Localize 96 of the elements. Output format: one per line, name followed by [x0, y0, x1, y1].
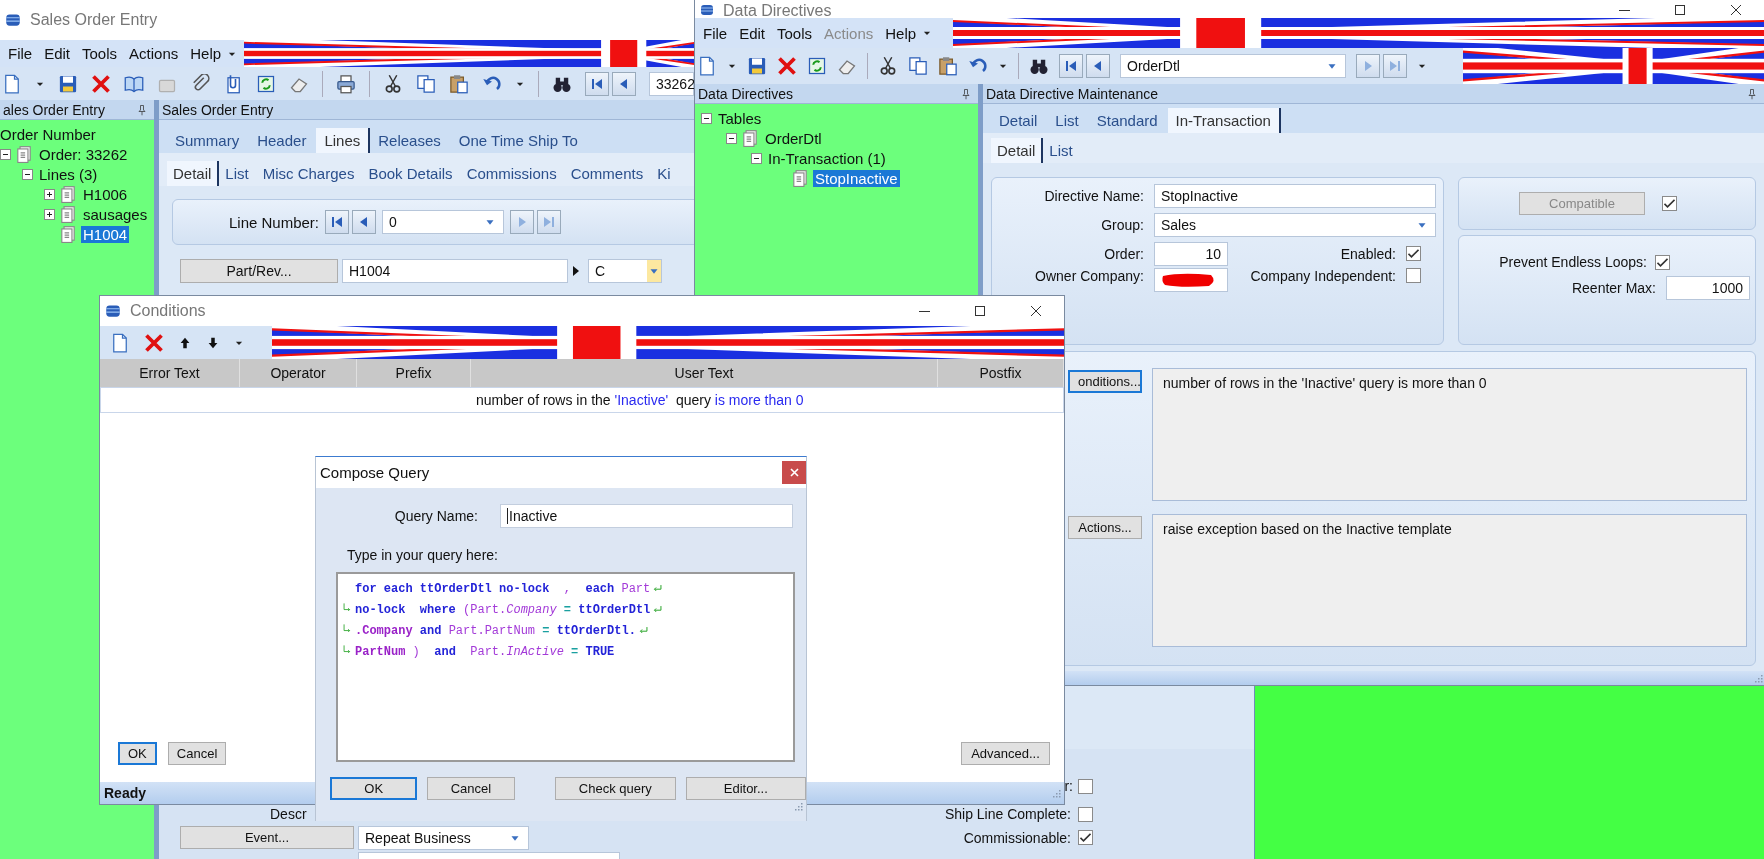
button[interactable]: OK — [330, 777, 418, 800]
actions-text[interactable]: raise exception based on the Inactive template — [1152, 514, 1747, 647]
menu-item[interactable]: Edit — [733, 24, 772, 42]
tab[interactable]: Lines — [316, 128, 371, 153]
table-dropdown[interactable]: OrderDtl — [1120, 54, 1346, 78]
checkbox-label: r: — [1064, 778, 1073, 794]
window-title: Conditions — [130, 302, 206, 320]
field-label: Order: — [1103, 245, 1144, 262]
tree-item[interactable]: Tables — [716, 109, 764, 127]
tab[interactable]: Summary — [167, 128, 250, 153]
field-label: Descr — [270, 806, 307, 822]
panel-title: Sales Order Entry — [162, 101, 274, 118]
status-text: Ready — [104, 785, 147, 801]
query-name-field[interactable]: Inactive — [500, 504, 793, 528]
field-label: Reenter Max: — [1571, 280, 1656, 296]
event-button[interactable]: Event... — [180, 826, 354, 849]
tab[interactable]: Standard — [1088, 108, 1168, 133]
field-label: Directive Name: — [1043, 187, 1144, 204]
tab[interactable]: One Time Ship To — [450, 128, 588, 153]
button[interactable]: Check query — [555, 777, 676, 800]
query-editor[interactable]: for each ttOrderDtl no-lock , each Part no-lock where (Part.Company = ttOrderDtl .Company and Part.PartNum = ttOrderDtl. PartNum ) and Part.InActive = TRUE — [336, 572, 795, 762]
part-field[interactable]: H1004 — [342, 259, 568, 283]
code-line: for each ttOrderDtl no-lock , each Part — [355, 581, 651, 596]
tab[interactable]: Releases — [370, 128, 451, 153]
field-label: Line Number: — [227, 213, 319, 231]
button[interactable]: Editor... — [685, 777, 806, 800]
order-field[interactable]: 10 — [1154, 241, 1228, 266]
menu-item[interactable]: Help — [184, 45, 228, 62]
tree-item[interactable]: H1004 — [81, 225, 130, 243]
menu-item[interactable]: Edit — [38, 45, 77, 62]
tree-heading: Order Number — [0, 125, 96, 143]
menu-item[interactable]: File — [697, 24, 734, 42]
menu-item[interactable]: Actions — [123, 45, 185, 62]
column-header[interactable]: Operator — [240, 359, 357, 387]
tree-item[interactable]: sausages — [81, 205, 150, 223]
tree-item[interactable]: StopInactive — [813, 169, 900, 187]
column-header[interactable]: Prefix — [357, 359, 471, 387]
tab[interactable]: List — [219, 161, 257, 186]
checkbox-label: Prevent Endless Loops: — [1499, 254, 1647, 270]
conditions-text[interactable]: number of rows in the 'Inactive' query is more than 0 — [1152, 368, 1747, 501]
tree-item[interactable]: Lines (3) — [37, 165, 100, 183]
field-label: Owner Company: — [1034, 268, 1144, 284]
table-cell: number of rows in the 'Inactive' query is more than 0 — [476, 392, 804, 408]
code-line: .Company and Part.PartNum = ttOrderDtl. — [355, 623, 636, 638]
tab[interactable]: List — [1047, 108, 1089, 133]
tab[interactable]: Misc Charges — [256, 161, 363, 186]
tab[interactable]: Comments — [564, 161, 652, 186]
code-line: PartNum ) and Part.InActive = TRUE — [355, 644, 615, 659]
directive-name-field[interactable]: StopInactive — [1154, 183, 1436, 208]
line-number-dropdown[interactable]: 0 — [382, 210, 504, 234]
group-dropdown[interactable]: Sales — [1154, 212, 1436, 237]
column-header[interactable]: Postfix — [938, 359, 1064, 387]
panel-title: Data Directive Maintenance — [986, 85, 1158, 102]
tab[interactable]: Detail — [991, 138, 1044, 163]
panel-title: Data Directives — [698, 85, 793, 102]
event-dropdown[interactable]: Repeat Business — [358, 825, 529, 850]
button[interactable]: Cancel — [167, 741, 227, 765]
tab[interactable]: Detail — [167, 161, 220, 186]
record-field[interactable]: 33262 — [649, 71, 694, 96]
tab[interactable]: Ki — [651, 161, 673, 186]
button[interactable]: Cancel — [427, 777, 515, 800]
window-title: Sales Order Entry — [30, 11, 158, 29]
dialog-title: Compose Query — [320, 464, 430, 481]
tree-item[interactable]: In-Transaction (1) — [766, 149, 888, 167]
part-button[interactable]: Part/Rev... — [180, 259, 338, 283]
tab[interactable]: In-Transaction — [1167, 108, 1281, 133]
tab[interactable]: Header — [249, 128, 317, 153]
checkbox-label: Ship Line Complete: — [944, 806, 1071, 822]
menu-item[interactable]: Help — [879, 24, 923, 42]
tree-item[interactable]: Order: 33262 — [37, 145, 130, 163]
reenter-max-field[interactable]: 1000 — [1666, 276, 1750, 300]
checkbox-label: Commissionable: — [963, 829, 1071, 846]
tab[interactable]: Book Details — [362, 161, 461, 186]
code-line: no-lock where (Part.Company = ttOrderDtl — [355, 602, 651, 617]
tree-item[interactable]: H1006 — [81, 185, 130, 203]
checkbox-label: Company Independent: — [1250, 268, 1396, 284]
tab[interactable]: Detail — [991, 108, 1048, 133]
prompt-text: Type in your query here: — [347, 547, 499, 563]
field-label: Query Name: — [393, 508, 478, 524]
button[interactable]: Actions... — [1068, 516, 1142, 539]
revision-dropdown[interactable]: C — [588, 259, 662, 283]
menu-item[interactable]: File — [2, 45, 39, 62]
field-label: Group: — [1100, 216, 1144, 233]
button[interactable]: OK — [118, 741, 157, 765]
advanced-button[interactable]: Advanced... — [961, 741, 1050, 765]
menu-item[interactable]: Tools — [76, 45, 124, 62]
tab[interactable]: List — [1043, 138, 1075, 163]
button[interactable]: onditions... — [1068, 370, 1142, 393]
tab[interactable]: Commissions — [460, 161, 565, 186]
column-header[interactable]: User Text — [471, 359, 938, 387]
checkbox-label: Enabled: — [1340, 245, 1396, 262]
window-title: Data Directives — [723, 4, 832, 18]
column-header[interactable]: Error Text — [100, 359, 240, 387]
tree-item[interactable]: OrderDtl — [763, 129, 824, 147]
menu-item[interactable]: Tools — [771, 24, 819, 42]
panel-title: ales Order Entry — [3, 101, 105, 118]
